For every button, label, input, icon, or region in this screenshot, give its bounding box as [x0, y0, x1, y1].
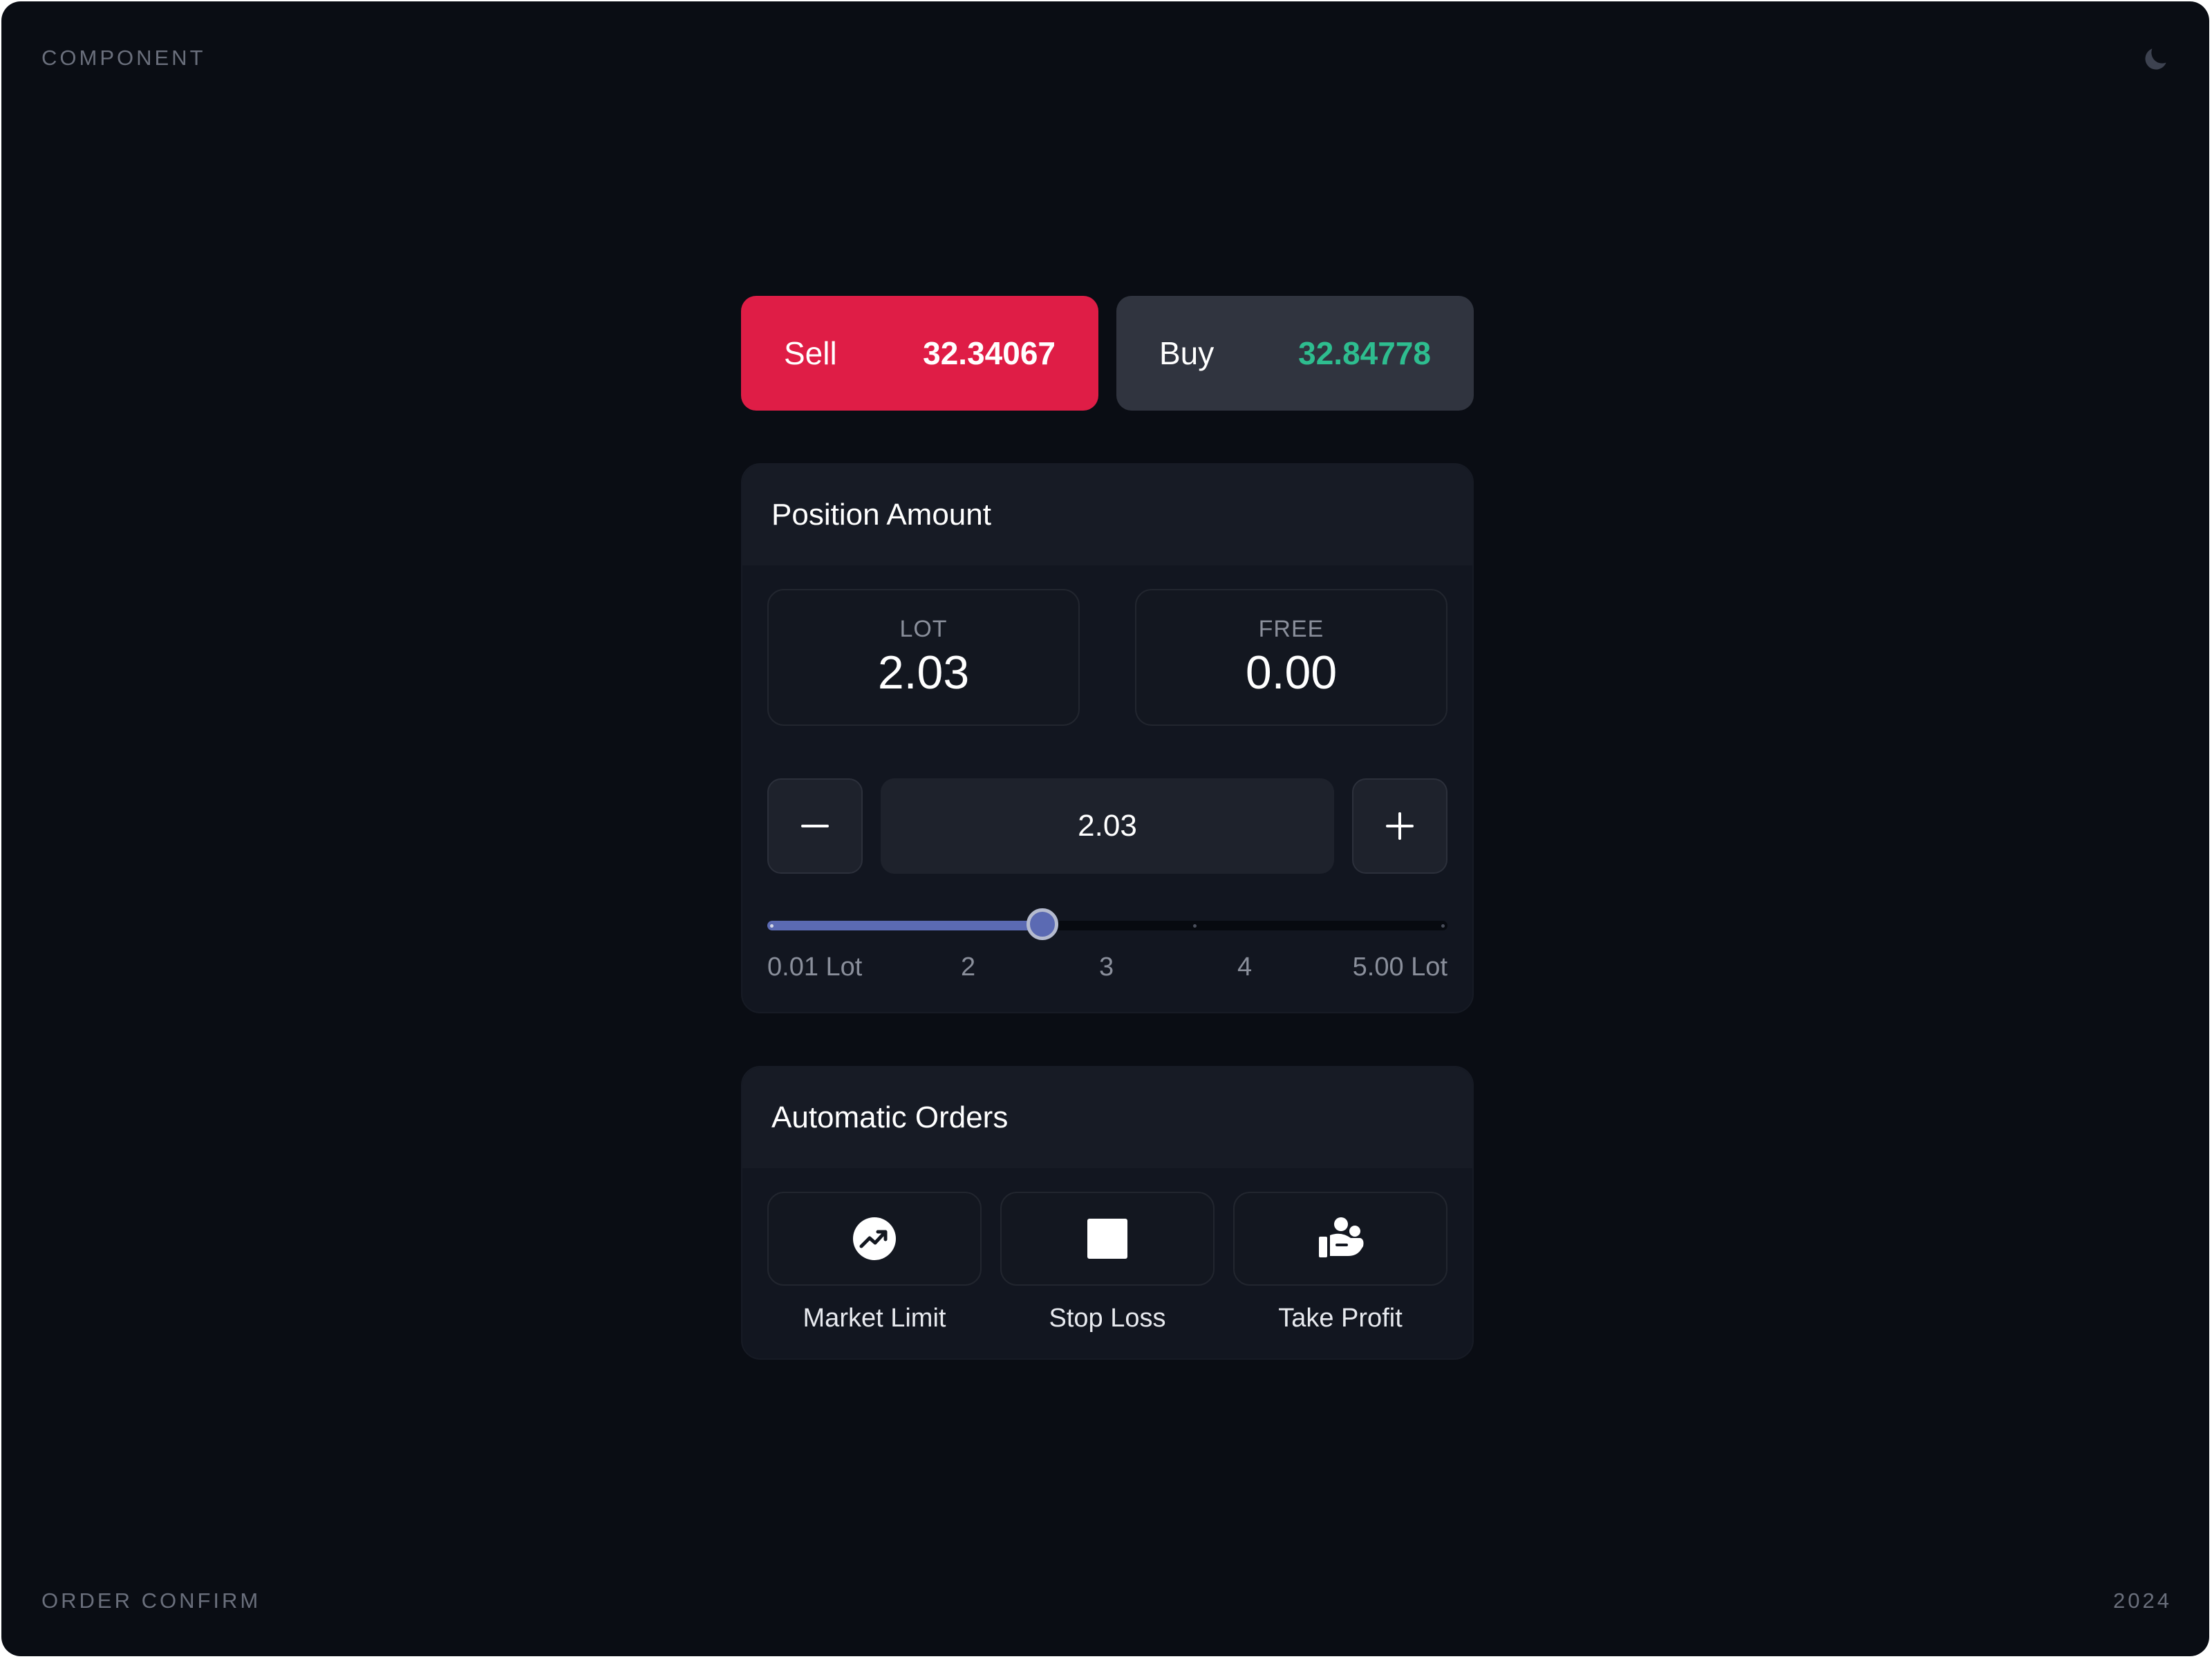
free-stat: FREE 0.00: [1135, 589, 1447, 726]
take-profit-label: Take Profit: [1278, 1304, 1403, 1333]
increment-button[interactable]: [1352, 778, 1447, 874]
lot-amount-input[interactable]: 2.03: [881, 778, 1334, 874]
order-panel: Sell 32.34067 Buy 32.84778 Position Amou…: [741, 296, 1474, 1360]
market-limit-label: Market Limit: [803, 1304, 946, 1333]
slider-ticks: 0.01 Lot 2 3 4 5.00 Lot: [767, 953, 1447, 986]
stop-loss-option[interactable]: Stop Loss: [1000, 1192, 1215, 1333]
slider-fill: [767, 921, 1042, 930]
decrement-button[interactable]: [767, 778, 863, 874]
app-frame: COMPONENT Sell 32.34067 Buy 32.84778 Pos…: [1, 1, 2209, 1656]
people-hand-icon: [1319, 1217, 1364, 1257]
lot-stat: LOT 2.03: [767, 589, 1080, 726]
stop-loss-button[interactable]: [1000, 1192, 1215, 1286]
free-label: FREE: [1258, 615, 1324, 642]
slider-handle[interactable]: [1027, 908, 1058, 940]
trending-up-circle-icon: [853, 1217, 896, 1260]
tick-max: 5.00 Lot: [1352, 953, 1447, 982]
stop-loss-label: Stop Loss: [1049, 1304, 1166, 1333]
lot-label: LOT: [899, 615, 948, 642]
lot-value: 2.03: [877, 646, 970, 699]
market-limit-option[interactable]: Market Limit: [767, 1192, 982, 1333]
minus-icon: [801, 825, 829, 827]
automatic-orders-card: Automatic Orders Market Limit Stop Loss …: [741, 1066, 1474, 1360]
plus-icon: [1386, 812, 1414, 840]
automatic-orders-title: Automatic Orders: [742, 1067, 1472, 1168]
lot-stepper: 2.03: [767, 778, 1447, 874]
buy-label: Buy: [1159, 335, 1215, 371]
tick-min: 0.01 Lot: [767, 953, 863, 982]
sell-label: Sell: [784, 335, 837, 371]
free-value: 0.00: [1245, 646, 1338, 699]
buy-price: 32.84778: [1298, 335, 1431, 371]
lot-slider[interactable]: [767, 908, 1447, 940]
slider-start-dot: [770, 924, 774, 928]
tick-3: 3: [1099, 953, 1114, 982]
order-confirm-label: ORDER CONFIRM: [41, 1588, 261, 1613]
take-profit-option[interactable]: Take Profit: [1233, 1192, 1447, 1333]
trade-buttons: Sell 32.34067 Buy 32.84778: [741, 296, 1474, 411]
slider-end-dot: [1441, 924, 1445, 928]
sell-button[interactable]: Sell 32.34067: [741, 296, 1098, 411]
moon-icon[interactable]: [2140, 44, 2171, 75]
take-profit-button[interactable]: [1233, 1192, 1447, 1286]
stop-square-icon: [1087, 1219, 1127, 1259]
slider-mid-dot: [1193, 924, 1197, 928]
component-label: COMPONENT: [41, 46, 206, 70]
sell-price: 32.34067: [923, 335, 1056, 371]
tick-2: 2: [961, 953, 976, 982]
market-limit-button[interactable]: [767, 1192, 982, 1286]
year-label: 2024: [2113, 1588, 2172, 1613]
position-amount-title: Position Amount: [742, 465, 1472, 565]
buy-button[interactable]: Buy 32.84778: [1116, 296, 1474, 411]
position-amount-card: Position Amount LOT 2.03 FREE 0.00 2.03 …: [741, 463, 1474, 1013]
tick-4: 4: [1237, 953, 1253, 982]
